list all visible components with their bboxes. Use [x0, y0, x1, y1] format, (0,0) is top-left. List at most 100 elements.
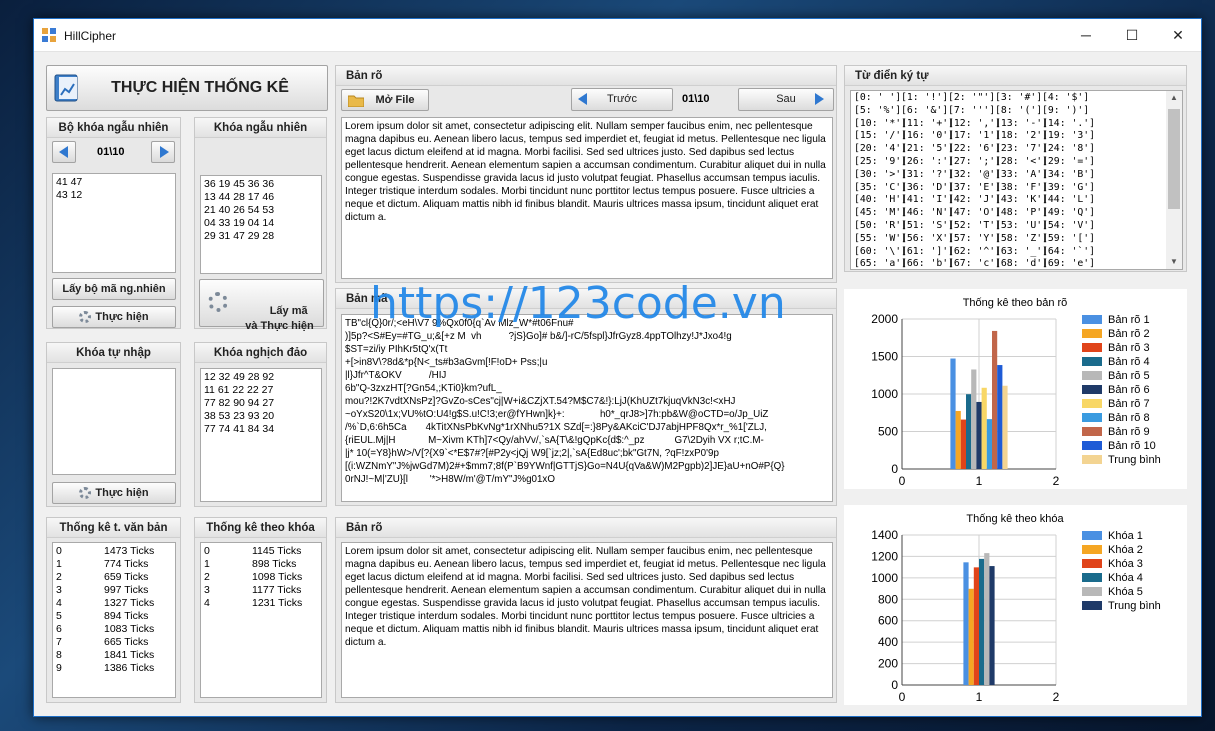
dictionary-entry: [6: '&'] [901, 104, 949, 116]
dictionary-entry: [31: '?'] [901, 168, 955, 180]
legend-label: Bản rõ 2 [1108, 328, 1150, 340]
dictionary-list[interactable]: [0: ' '] [1: '!'] [2: '"'] [3: '#'] [4: '$']… [850, 90, 1183, 270]
chart-bar [963, 562, 969, 685]
open-file-button[interactable]: Mở File [341, 89, 429, 111]
key-stats-chart-svg: Thống kê theo khóa 0 200 400 600 800 1000 1200 1… [871, 513, 1161, 704]
legend-label: Bản rõ 3 [1108, 342, 1150, 354]
minimize-button[interactable]: ─ [1063, 19, 1109, 51]
dictionary-row: [55: 'W'] [56: 'X'] [57: 'Y'] [58: 'Z'] [59:… [854, 233, 1164, 246]
dictionary-entry: [52: 'T'] [948, 219, 1002, 231]
stats-ticks: 894 Ticks [104, 610, 149, 622]
stats-row: 1 898 Ticks [204, 558, 318, 571]
chart-bar [979, 558, 985, 685]
legend-label: Bản rõ 7 [1108, 398, 1150, 410]
legend-swatch [1082, 545, 1102, 554]
dictionary-entry: [0: ' '] [854, 92, 902, 103]
y-tick-label: 0 [891, 462, 898, 476]
key-set-prev-button[interactable] [52, 141, 76, 163]
stats-ticks: 659 Ticks [104, 571, 149, 583]
stats-row: 2 659 Ticks [56, 571, 172, 584]
y-tick-label: 1000 [871, 387, 898, 401]
y-tick-label: 0 [891, 678, 898, 692]
window-title: HillCipher [64, 29, 117, 43]
dictionary-entry: [11: '+'] [901, 117, 955, 129]
maximize-button[interactable]: ☐ [1109, 19, 1155, 51]
dictionary-entry: [67: 'c'] [948, 258, 1002, 270]
run-key-set-button[interactable]: Thực hiện [52, 306, 176, 328]
prev-text-button[interactable]: Trước [571, 88, 673, 111]
dictionary-row: [10: '*'] [11: '+'] [12: ','] [13: '-'] [14:… [854, 118, 1164, 131]
legend-swatch [1082, 399, 1102, 408]
chart-bar [986, 419, 992, 469]
title-bar: HillCipher ─ ☐ ✕ [34, 19, 1201, 52]
dictionary-entry: [62: '^'] [948, 245, 1002, 257]
text-stats-header: Thống kê t. văn bản [47, 518, 180, 538]
chart-title: Thống kê theo khóa [966, 513, 1064, 525]
inverse-key-textbox[interactable]: 12 32 49 28 92 11 61 22 22 27 77 82 90 9… [200, 368, 322, 502]
next-text-button[interactable]: Sau [738, 88, 834, 111]
dictionary-entry: [40: 'H'] [854, 194, 908, 206]
run-statistics-button[interactable]: THỰC HIỆN THỐNG KÊ [46, 65, 328, 111]
dictionary-entry: [59: '['] [1042, 232, 1096, 244]
chart-bar [973, 567, 979, 685]
dictionary-row: [35: 'C'] [36: 'D'] [37: 'E'] [38: 'F'] [39:… [854, 182, 1164, 195]
plaintext-panel: Bản rõ Mở File Trước 01\10 Sau Lorem ips… [335, 65, 837, 283]
dictionary-entry: [53: 'U'] [995, 219, 1049, 231]
get-random-key-set-button[interactable]: Lấy bộ mã ng.nhiên [52, 278, 176, 300]
chart-bar [989, 566, 995, 685]
decrypted-textbox[interactable]: Lorem ipsum dolor sit amet, consectetur … [341, 542, 833, 698]
legend-label: Bản rõ 10 [1108, 440, 1156, 452]
legend-swatch [1082, 441, 1102, 450]
key-set-textbox[interactable]: 41 47 43 12 [52, 173, 176, 273]
scroll-up-icon[interactable]: ▲ [1170, 93, 1178, 102]
dictionary-entry: [17: '1'] [948, 130, 1002, 142]
run-manual-key-button[interactable]: Thực hiện [52, 482, 176, 504]
stats-ticks: 1473 Ticks [104, 545, 155, 557]
dictionary-entry: [27: ';'] [948, 155, 1002, 167]
dictionary-entry: [64: '`'] [1042, 245, 1096, 257]
chart-bar [992, 330, 998, 469]
get-key-and-run-button[interactable]: Lấy mã và Thực hiện [199, 279, 324, 332]
dictionary-entry: [42: 'J'] [948, 194, 1002, 206]
y-tick-label: 800 [878, 592, 898, 606]
random-key-panel: Khóa ngẫu nhiên 36 19 45 36 36 13 44 28 … [194, 117, 327, 332]
stats-row: 4 1327 Ticks [56, 597, 172, 610]
stats-ticks: 1327 Ticks [104, 597, 155, 609]
stats-index: 5 [56, 610, 62, 622]
plaintext-textbox[interactable]: Lorem ipsum dolor sit amet, consectetur … [341, 117, 833, 279]
stats-index: 4 [56, 597, 62, 609]
plaintext-header: Bản rõ [336, 66, 836, 86]
dictionary-row: [45: 'M'] [46: 'N'] [47: 'O'] [48: 'P'] [49:… [854, 207, 1164, 220]
legend-label: Bản rõ 1 [1108, 314, 1150, 326]
ciphertext-textbox[interactable]: TB"cl{Q}0r/;<eH\V7 9%Qx0f0{q`Av Mlz_W*#t… [341, 314, 833, 502]
chart-bar [960, 419, 966, 469]
y-tick-label: 1500 [871, 350, 898, 364]
dictionary-entry: [16: '0'] [901, 130, 955, 142]
dictionary-entry: [19: '3'] [1042, 130, 1096, 142]
legend-swatch [1082, 413, 1102, 422]
chart-bar [981, 387, 987, 469]
stats-row: 3 997 Ticks [56, 584, 172, 597]
dictionary-scrollbar[interactable]: ▲ ▼ [1166, 91, 1182, 269]
key-set-counter: 01\10 [97, 146, 125, 158]
chart-bar [950, 358, 956, 469]
scrollbar-thumb[interactable] [1168, 109, 1180, 209]
app-icon [42, 28, 56, 42]
random-key-textbox[interactable]: 36 19 45 36 36 13 44 28 17 46 21 40 26 5… [200, 175, 322, 274]
dictionary-entry: [5: '%'] [854, 104, 902, 116]
stats-ticks: 1083 Ticks [104, 623, 155, 635]
key-set-next-button[interactable] [151, 141, 175, 163]
manual-key-panel: Khóa tự nhập Thực hiện [46, 342, 181, 507]
arrow-right-icon [160, 146, 169, 158]
dictionary-row: [30: '>'] [31: '?'] [32: '@'] [33: 'A'] [34:… [854, 169, 1164, 182]
dictionary-entry: [23: '7'] [995, 143, 1049, 155]
stats-row: 9 1386 Ticks [56, 662, 172, 675]
legend-swatch [1082, 587, 1102, 596]
legend-label: Bản rõ 6 [1108, 384, 1150, 396]
close-button[interactable]: ✕ [1155, 19, 1201, 51]
stats-row: 7 665 Ticks [56, 636, 172, 649]
legend-label: Bản rõ 5 [1108, 370, 1150, 382]
key-stats-list: 0 1145 Ticks 1 898 Ticks 2 1098 Ticks 3 1177 Ti… [200, 542, 322, 698]
scroll-down-icon[interactable]: ▼ [1170, 257, 1178, 266]
manual-key-textbox[interactable] [52, 368, 176, 475]
